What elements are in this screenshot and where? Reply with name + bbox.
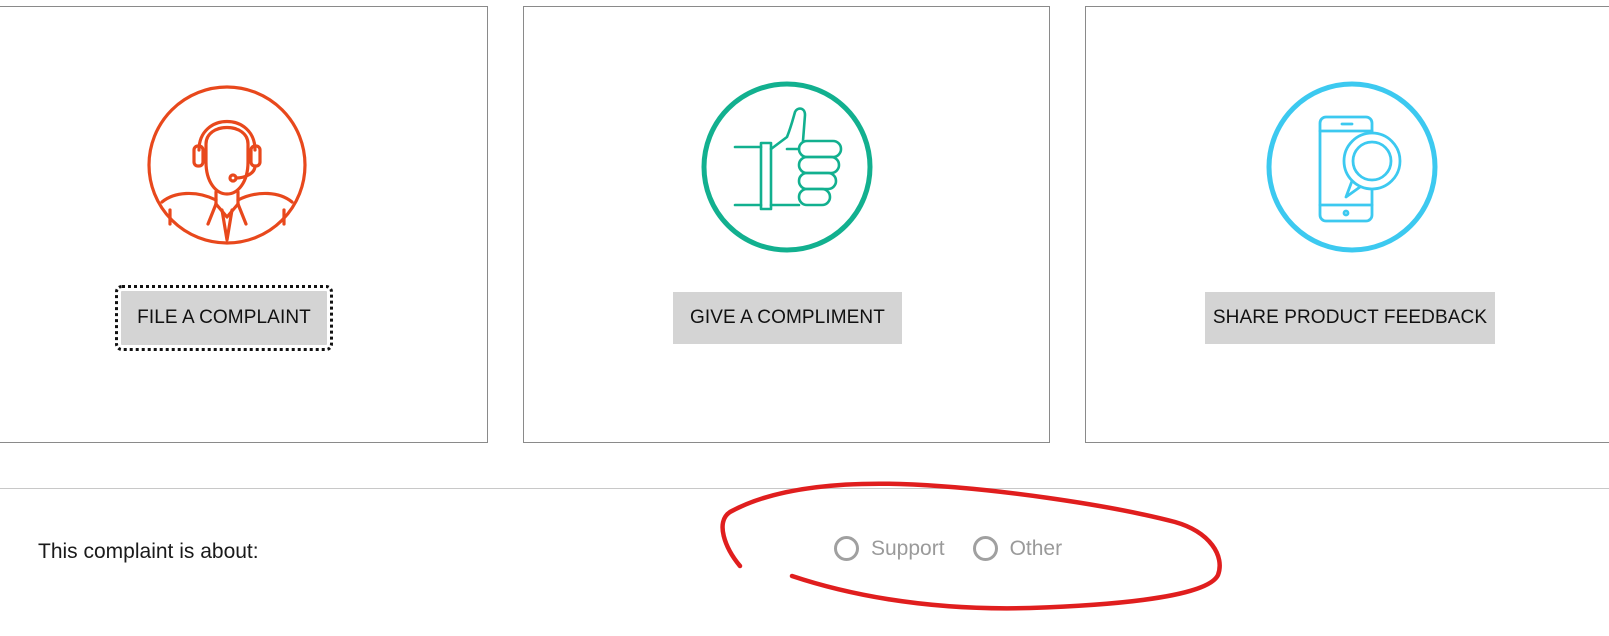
compliment-card: GIVE A COMPLIMENT <box>523 6 1050 443</box>
radio-label-other: Other <box>1009 536 1063 560</box>
radio-button-other[interactable] <box>972 536 998 561</box>
complaint-topic-radio-group: Support Other <box>834 536 1090 561</box>
phone-chat-search-icon <box>1266 81 1438 253</box>
section-divider <box>0 488 1609 489</box>
customer-support-agent-icon <box>147 85 307 245</box>
file-complaint-button[interactable]: FILE A COMPLAINT <box>115 285 333 351</box>
complaint-card: FILE A COMPLAINT <box>0 6 488 443</box>
thumbs-up-icon <box>701 81 873 253</box>
give-compliment-button[interactable]: GIVE A COMPLIMENT <box>673 292 902 344</box>
radio-label-support: Support <box>871 536 945 560</box>
complaint-topic-label: This complaint is about: <box>38 540 259 563</box>
radio-button-support[interactable] <box>834 536 859 561</box>
radio-option-support[interactable]: Support <box>834 536 945 561</box>
radio-option-other[interactable]: Other <box>972 536 1063 561</box>
feedback-card: SHARE PRODUCT FEEDBACK <box>1085 6 1609 443</box>
share-product-feedback-button[interactable]: SHARE PRODUCT FEEDBACK <box>1205 292 1495 344</box>
